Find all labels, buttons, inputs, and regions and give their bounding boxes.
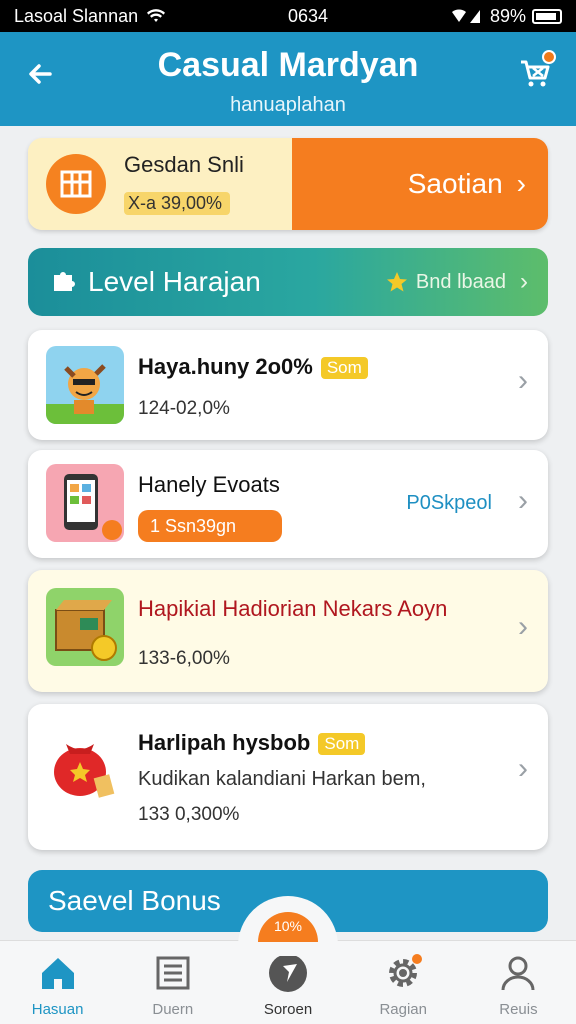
- promo-banner[interactable]: Gesdan Snli X-a 39,00% Saotian ›: [28, 138, 548, 230]
- list-item[interactable]: Haya.huny 2o0% Som 124-02,0% ›: [28, 330, 548, 440]
- chevron-right-icon: ›: [518, 484, 528, 517]
- carrier-name: Lasoal Slannan: [14, 5, 139, 26]
- list-item[interactable]: Hanely Evoats 1 Ssn39gn P0Skpeol ›: [28, 450, 548, 558]
- tab-list[interactable]: Duern: [115, 941, 230, 1024]
- gear-icon: [381, 951, 425, 995]
- promo-action-button[interactable]: Saotian ›: [292, 138, 548, 230]
- compass-icon: [266, 951, 310, 995]
- item-pill[interactable]: 1 Ssn39gn: [138, 510, 282, 542]
- chevron-right-icon: ›: [518, 364, 528, 397]
- item-title: Harlipah hysbob: [138, 730, 311, 755]
- list-item[interactable]: Hapikial Hadiorian Nekars Aoyn 133-6,00%…: [28, 570, 548, 692]
- item-value: 124-02,0%: [138, 398, 230, 419]
- status-bar: Lasoal Slannan 0634 89%: [0, 0, 576, 32]
- item-title: Haya.huny 2o0%: [138, 354, 313, 379]
- tab-settings[interactable]: Ragian: [346, 941, 461, 1024]
- item-description: Kudikan kalandiani Harkan bem,: [138, 768, 426, 790]
- level-title: Level Harajan: [88, 266, 261, 297]
- item-value: 133 0,300%: [138, 804, 240, 825]
- tab-label: Reuis: [499, 1001, 538, 1018]
- star-icon: [386, 272, 407, 292]
- promo-action-label: Saotian: [407, 168, 503, 199]
- item-value: 133-6,00%: [138, 648, 230, 669]
- character-icon: [46, 346, 124, 424]
- item-badge: Som: [320, 357, 368, 380]
- phone-icon: [46, 464, 124, 542]
- home-icon: [36, 951, 80, 995]
- chevron-right-icon: ›: [516, 168, 526, 199]
- level-bar[interactable]: Level Harajan Bnd lbaad ›: [28, 248, 548, 316]
- chevron-right-icon: ›: [518, 752, 528, 785]
- battery-percent: 89%: [489, 5, 526, 26]
- tab-label: Ragian: [379, 1001, 427, 1018]
- tab-label: Soroen: [263, 1001, 313, 1018]
- signal-icon: [451, 9, 480, 23]
- promo-name: Gesdan Snli: [124, 152, 244, 177]
- tab-profile[interactable]: Reuis: [461, 941, 576, 1024]
- item-title: Hanely Evoats: [138, 472, 280, 497]
- tab-label: Duern: [152, 1001, 194, 1018]
- promo-value: X-a 39,00%: [124, 192, 231, 215]
- level-action[interactable]: Bnd lbaad: [416, 271, 506, 294]
- gift-bag-icon: [46, 726, 124, 804]
- list-icon: [151, 951, 195, 995]
- tab-label: Hasuan: [31, 1001, 84, 1018]
- chevron-right-icon: ›: [520, 268, 528, 295]
- item-badge: Som: [318, 733, 366, 756]
- battery-icon: [532, 8, 562, 24]
- grid-icon: [46, 154, 106, 214]
- chevron-right-icon: ›: [518, 610, 528, 643]
- page-title: Casual Mardyan: [157, 46, 419, 84]
- bonus-title: Saevel Bonus: [48, 885, 221, 916]
- user-icon: [496, 951, 540, 995]
- cart-icon[interactable]: [518, 50, 556, 90]
- tab-home[interactable]: Hasuan: [0, 941, 115, 1024]
- list-item[interactable]: Harlipah hysbob Som Kudikan kalandiani Ha…: [28, 704, 548, 850]
- puzzle-icon: [54, 272, 75, 291]
- item-title: Hapikial Hadiorian Nekars Aoyn: [138, 596, 448, 621]
- treasure-box-icon: [46, 588, 124, 666]
- cart-badge: [542, 50, 556, 64]
- wifi-icon: [147, 9, 166, 22]
- page-subtitle: hanuaplahan: [230, 94, 346, 116]
- item-link[interactable]: P0Skpeol: [406, 492, 492, 515]
- clock: 0634: [288, 5, 329, 26]
- app-bar: Casual Mardyan hanuaplahan: [0, 32, 576, 126]
